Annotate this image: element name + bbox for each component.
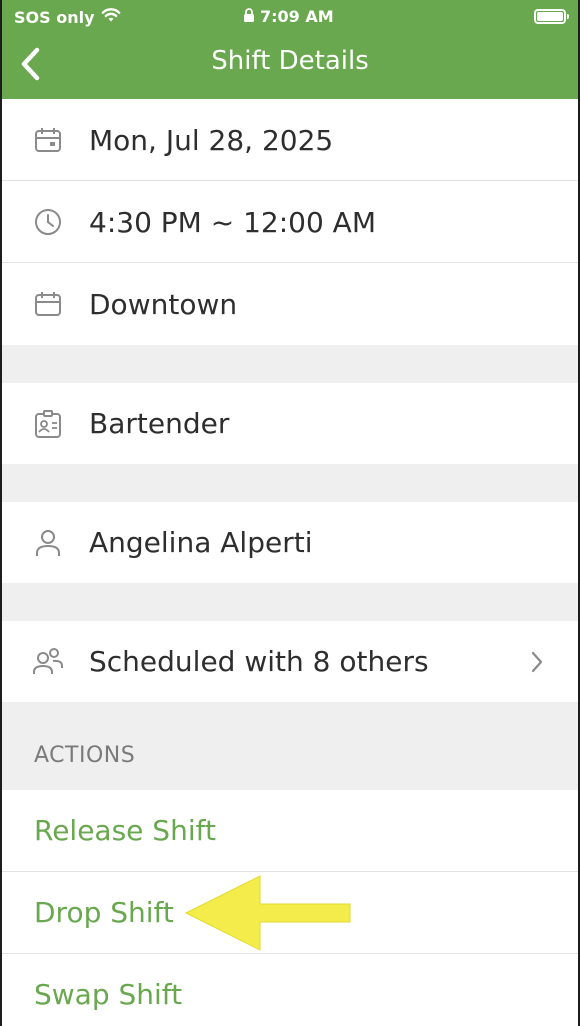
swap-shift-label: Swap Shift (34, 978, 183, 1011)
location-row: Downtown (2, 263, 578, 345)
calendar-icon (32, 124, 64, 156)
clock-icon (32, 206, 64, 238)
scheduled-with-label: Scheduled with 8 others (89, 645, 429, 678)
highlight-arrow-icon (184, 875, 351, 951)
person-icon (32, 527, 64, 559)
time-row: 4:30 PM ~ 12:00 AM (2, 181, 578, 263)
shift-location: Downtown (89, 287, 238, 321)
carrier-status: SOS only (14, 7, 121, 27)
position-row: Bartender (2, 383, 578, 464)
employee-name: Angelina Alperti (89, 526, 313, 559)
id-badge-icon (32, 408, 64, 440)
date-row: Mon, Jul 28, 2025 (2, 99, 578, 181)
status-bar: SOS only 7:09 AM (2, 0, 578, 34)
lock-icon (243, 7, 255, 26)
location-calendar-icon (32, 288, 64, 320)
wifi-icon (101, 7, 121, 27)
shift-time-range: 4:30 PM ~ 12:00 AM (89, 205, 376, 239)
page-title: Shift Details (211, 46, 369, 76)
chevron-right-icon (530, 649, 546, 675)
employee-row: Angelina Alperti (2, 502, 578, 583)
people-icon (32, 646, 64, 678)
status-time: 7:09 AM (260, 7, 334, 26)
clock-status: 7:09 AM (243, 7, 334, 26)
drop-shift-label: Drop Shift (34, 896, 174, 929)
swap-shift-button[interactable]: Swap Shift (2, 954, 578, 1026)
header-bar: SOS only 7:09 AM Shift Details (2, 0, 578, 99)
battery-icon (534, 9, 569, 24)
release-shift-button[interactable]: Release Shift (2, 790, 578, 872)
release-shift-label: Release Shift (34, 814, 216, 847)
phone-screen: SOS only 7:09 AM Shift Details Mon, Jul … (0, 0, 580, 1026)
scheduled-with-row[interactable]: Scheduled with 8 others (2, 621, 578, 702)
actions-section-header: ACTIONS (34, 743, 136, 768)
carrier-label: SOS only (14, 7, 95, 27)
shift-position: Bartender (89, 407, 230, 440)
shift-date: Mon, Jul 28, 2025 (89, 123, 334, 157)
